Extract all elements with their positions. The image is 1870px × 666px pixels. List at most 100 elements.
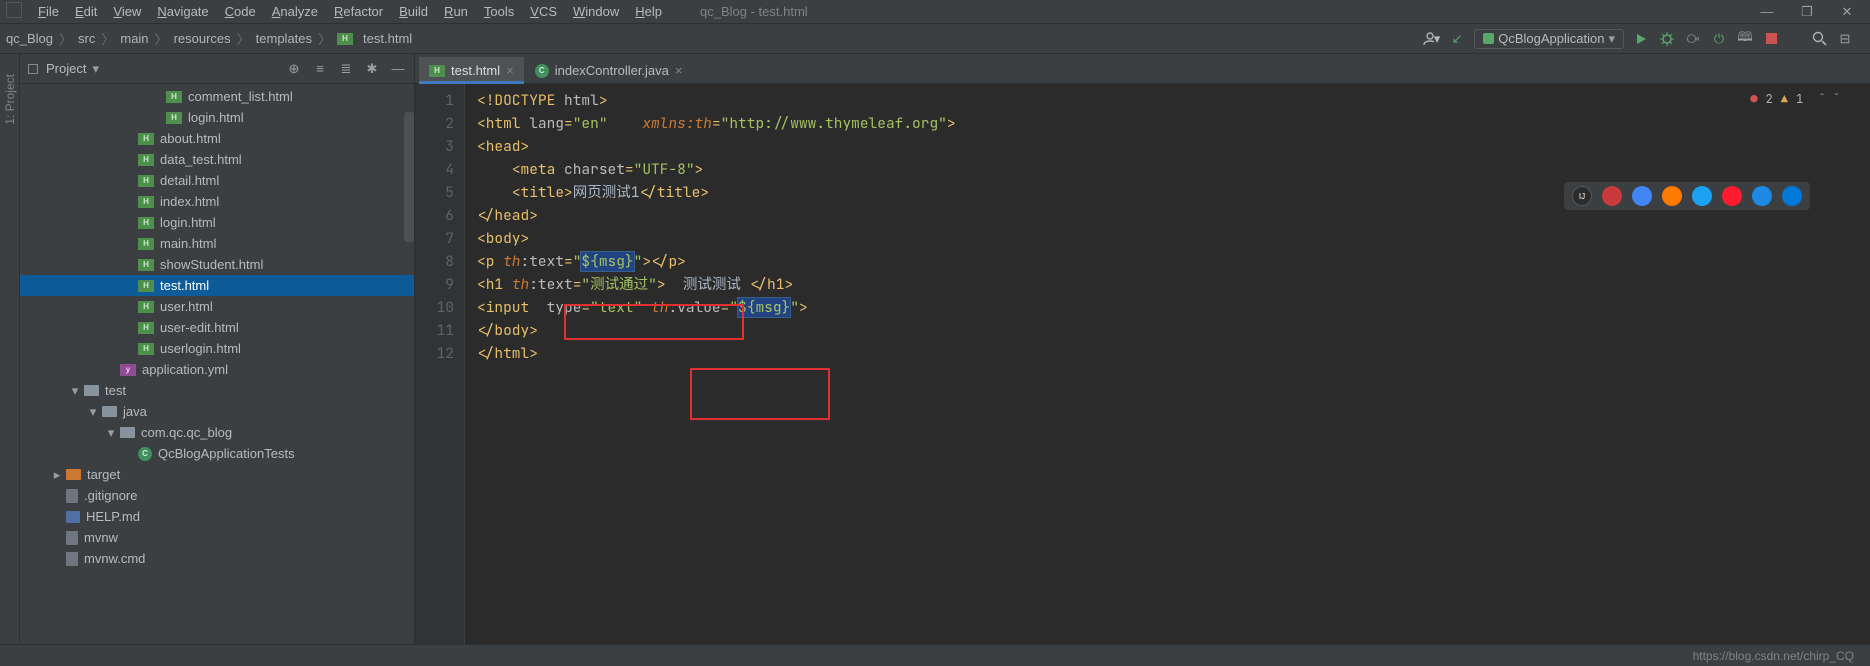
profile-icon[interactable]: ⏻ bbox=[1710, 30, 1728, 48]
menu-navigate[interactable]: Navigate bbox=[149, 2, 216, 21]
menu-analyze[interactable]: Analyze bbox=[264, 2, 326, 21]
menu-help[interactable]: Help bbox=[627, 2, 670, 21]
hide-icon[interactable]: ⊟ bbox=[1836, 30, 1854, 48]
code-line[interactable]: <!DOCTYPE html> bbox=[477, 89, 1870, 112]
menu-refactor[interactable]: Refactor bbox=[326, 2, 391, 21]
project-tree[interactable]: comment_list.html login.html about.htmldat… bbox=[20, 84, 414, 644]
back-icon[interactable]: ↙ bbox=[1448, 30, 1466, 48]
browser-icon[interactable] bbox=[1722, 186, 1742, 206]
code-line[interactable]: </html> bbox=[477, 342, 1870, 365]
user-icon[interactable]: ▾ bbox=[1422, 30, 1440, 48]
menu-bar: FileEditViewNavigateCodeAnalyzeRefactorB… bbox=[0, 0, 1870, 24]
code-line[interactable]: </body> bbox=[477, 319, 1870, 342]
tree-item[interactable]: detail.html bbox=[20, 170, 414, 191]
scrollbar-thumb[interactable] bbox=[404, 112, 414, 242]
settings-icon[interactable]: ✱ bbox=[364, 61, 380, 77]
collapse-icon[interactable]: ≣ bbox=[338, 61, 354, 77]
code-line[interactable]: <input type="text" th:value="${msg}"> bbox=[477, 296, 1870, 319]
locate-icon[interactable]: ⊕ bbox=[286, 61, 302, 77]
code-content[interactable]: <!DOCTYPE html><html lang="en" xmlns:th=… bbox=[465, 84, 1870, 644]
tree-item[interactable]: ▾test bbox=[20, 380, 414, 401]
code-line[interactable]: <body> bbox=[477, 227, 1870, 250]
ide-icon[interactable]: IJ bbox=[1572, 186, 1592, 206]
hide-sidebar-icon[interactable]: — bbox=[390, 61, 406, 77]
tree-item[interactable]: QcBlogApplicationTests bbox=[20, 443, 414, 464]
code-line[interactable]: <head> bbox=[477, 135, 1870, 158]
tree-item[interactable]: showStudent.html bbox=[20, 254, 414, 275]
project-toolwindow-button[interactable]: 1: Project bbox=[3, 74, 17, 125]
menu-window[interactable]: Window bbox=[565, 2, 627, 21]
breadcrumb-item[interactable]: test.html bbox=[337, 31, 412, 46]
browser-icon[interactable] bbox=[1752, 186, 1772, 206]
coverage-icon[interactable]: ⧂ bbox=[1684, 30, 1702, 48]
tree-item[interactable]: ▸target bbox=[20, 464, 414, 485]
search-icon[interactable] bbox=[1810, 30, 1828, 48]
attach-icon[interactable]: 🕮 bbox=[1736, 30, 1754, 48]
tree-item[interactable]: ▾com.qc.qc_blog bbox=[20, 422, 414, 443]
tree-item[interactable]: user-edit.html bbox=[20, 317, 414, 338]
code-line[interactable]: <h1 th:text="测试通过"> 测试测试 </h1> bbox=[477, 273, 1870, 296]
breadcrumb-item[interactable]: templates bbox=[256, 31, 312, 46]
project-pane-title[interactable]: Project bbox=[46, 61, 86, 76]
run-icon[interactable] bbox=[1632, 30, 1650, 48]
debug-icon[interactable] bbox=[1658, 30, 1676, 48]
minimize-button[interactable]: ― bbox=[1760, 5, 1774, 19]
tree-item[interactable]: mvnw.cmd bbox=[20, 548, 414, 569]
maximize-button[interactable]: ❐ bbox=[1800, 5, 1814, 19]
html-icon bbox=[138, 217, 154, 229]
menu-build[interactable]: Build bbox=[391, 2, 436, 21]
tree-item[interactable]: comment_list.html bbox=[20, 86, 414, 107]
inspection-widget[interactable]: ●2 ▲1 ˆ ˇ bbox=[1750, 88, 1840, 111]
breadcrumb[interactable]: qc_Blog〉src〉main〉resources〉templates〉tes… bbox=[6, 29, 412, 48]
code-line[interactable]: <html lang="en" xmlns:th="http://www.thy… bbox=[477, 112, 1870, 135]
editor-tab[interactable]: indexController.java× bbox=[525, 57, 693, 83]
menu-file[interactable]: File bbox=[30, 2, 67, 21]
browser-icon[interactable] bbox=[1602, 186, 1622, 206]
expand-icon[interactable]: ≡ bbox=[312, 61, 328, 77]
browser-icon[interactable] bbox=[1692, 186, 1712, 206]
tree-item[interactable]: ▾java bbox=[20, 401, 414, 422]
menu-vcs[interactable]: VCS bbox=[522, 2, 565, 21]
folder-icon bbox=[102, 406, 117, 417]
browser-preview-icons[interactable]: IJ bbox=[1564, 182, 1810, 210]
menu-code[interactable]: Code bbox=[217, 2, 264, 21]
tree-item[interactable]: about.html bbox=[20, 128, 414, 149]
menu-view[interactable]: View bbox=[105, 2, 149, 21]
menu-edit[interactable]: Edit bbox=[67, 2, 105, 21]
close-button[interactable]: ✕ bbox=[1840, 5, 1854, 19]
code-line[interactable]: <meta charset="UTF-8"> bbox=[477, 158, 1870, 181]
tree-item[interactable]: mvnw bbox=[20, 527, 414, 548]
folder-icon bbox=[84, 385, 99, 396]
tree-item[interactable]: index.html bbox=[20, 191, 414, 212]
tree-item[interactable]: test.html bbox=[20, 275, 414, 296]
breadcrumb-item[interactable]: main bbox=[120, 31, 148, 46]
browser-icon[interactable] bbox=[1632, 186, 1652, 206]
menu-run[interactable]: Run bbox=[436, 2, 476, 21]
breadcrumb-item[interactable]: resources bbox=[174, 31, 231, 46]
code-editor[interactable]: 123456789101112 <!DOCTYPE html><html lan… bbox=[415, 84, 1870, 644]
editor-tab[interactable]: test.html× bbox=[419, 57, 524, 84]
tree-item[interactable]: application.yml bbox=[20, 359, 414, 380]
tree-item[interactable]: .gitignore bbox=[20, 485, 414, 506]
tree-item[interactable]: login.html bbox=[20, 107, 414, 128]
tree-item[interactable]: login.html bbox=[20, 212, 414, 233]
close-icon[interactable]: × bbox=[675, 63, 683, 78]
browser-icon[interactable] bbox=[1662, 186, 1682, 206]
breadcrumb-item[interactable]: src bbox=[78, 31, 95, 46]
tree-item[interactable]: HELP.md bbox=[20, 506, 414, 527]
browser-icon[interactable] bbox=[1782, 186, 1802, 206]
tree-item-label: login.html bbox=[188, 110, 244, 125]
run-config-select[interactable]: QcBlogApplication ▾ bbox=[1474, 29, 1624, 49]
tree-item-label: QcBlogApplicationTests bbox=[158, 446, 295, 461]
html-icon bbox=[166, 91, 182, 103]
tree-item[interactable]: main.html bbox=[20, 233, 414, 254]
tree-item[interactable]: userlogin.html bbox=[20, 338, 414, 359]
tree-item-label: HELP.md bbox=[86, 509, 140, 524]
close-icon[interactable]: × bbox=[506, 63, 514, 78]
breadcrumb-item[interactable]: qc_Blog bbox=[6, 31, 53, 46]
tree-item[interactable]: data_test.html bbox=[20, 149, 414, 170]
code-line[interactable]: <p th:text="${msg}"></p> bbox=[477, 250, 1870, 273]
stop-icon[interactable] bbox=[1762, 30, 1780, 48]
menu-tools[interactable]: Tools bbox=[476, 2, 522, 21]
tree-item[interactable]: user.html bbox=[20, 296, 414, 317]
